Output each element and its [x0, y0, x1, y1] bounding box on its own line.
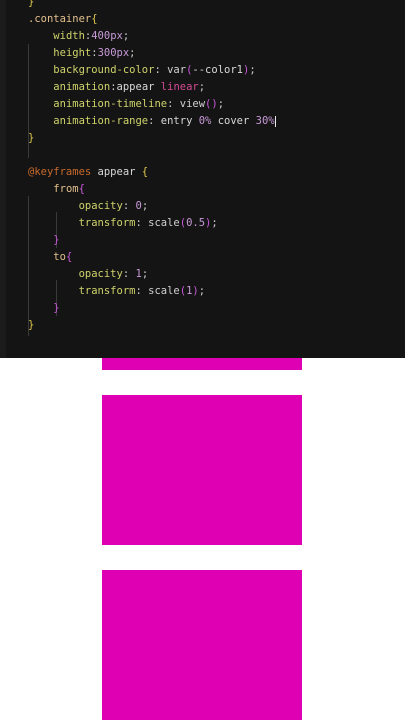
code-line: animation:appear linear; [28, 79, 205, 95]
code-line: transform: scale(1); [28, 283, 205, 299]
code-token: scale [148, 217, 180, 229]
code-token: appear [91, 166, 142, 178]
code-token: : [148, 115, 161, 127]
code-token: @keyframes [28, 166, 92, 178]
code-token: animation [53, 81, 111, 93]
code-token: width [53, 30, 85, 42]
code-line: animation-timeline: view(); [28, 96, 224, 112]
code-token: to [53, 251, 66, 263]
code-token: 30% [255, 115, 275, 127]
code-token: animation-range [53, 115, 149, 127]
code-line: opacity: 1; [28, 266, 149, 282]
code-line: transform: scale(0.5); [28, 215, 218, 231]
code-token: view [179, 98, 206, 110]
code-line: to{ [28, 249, 72, 265]
text-cursor [274, 115, 276, 127]
code-line: width:400px; [28, 28, 129, 44]
code-line: } [28, 317, 34, 333]
code-line: opacity: 0; [28, 198, 149, 214]
editor-gutter [0, 0, 6, 358]
code-token: --color1 [192, 64, 243, 76]
code-token: { [78, 183, 85, 195]
code-token: { [65, 251, 73, 263]
code-line: from{ [28, 181, 85, 197]
code-token: transform [78, 217, 136, 229]
code-token: var [167, 64, 187, 76]
code-token: 400px [91, 30, 123, 42]
code-line: @keyframes appear { [28, 164, 148, 180]
code-token: ; [198, 285, 206, 297]
code-token: from [53, 183, 79, 195]
code-token: opacity [78, 200, 123, 212]
code-token: 0.5 [186, 217, 206, 229]
code-line: background-color: var(--color1); [28, 62, 256, 78]
preview-box-2 [102, 395, 302, 545]
code-token: } [53, 234, 60, 246]
code-token: : [122, 268, 136, 280]
code-line: } [28, 300, 60, 316]
code-token: ; [141, 200, 149, 212]
code-token: animation-timeline [53, 98, 168, 110]
code-token: : [154, 64, 168, 76]
code-token: } [28, 0, 35, 8]
preview-box-1 [102, 358, 302, 370]
code-token: ; [129, 47, 136, 59]
code-line: .container{ [28, 11, 98, 27]
code-editor[interactable]: } .container{ width:400px; height:300px; … [0, 0, 405, 358]
code-token: opacity [78, 268, 123, 280]
preview-box-3 [102, 570, 302, 720]
code-token: linear [160, 81, 199, 93]
code-token: { [91, 13, 98, 25]
code-token: : [122, 200, 136, 212]
code-line: height:300px; [28, 45, 136, 61]
code-line: } [28, 232, 60, 248]
code-token: transform [78, 285, 136, 297]
code-token: : [135, 217, 149, 229]
code-token: ; [141, 268, 149, 280]
code-token: } [53, 302, 60, 314]
code-token: appear [116, 81, 161, 93]
code-token: cover [211, 115, 256, 127]
code-token: height [53, 47, 92, 59]
code-token: ; [211, 217, 218, 229]
code-token: : [135, 285, 149, 297]
code-token: ; [249, 64, 256, 76]
code-token: .container [28, 13, 92, 25]
code-token: ; [198, 81, 206, 93]
code-token: entry [160, 115, 199, 127]
code-line: } [28, 0, 34, 10]
code-token: ; [122, 30, 130, 42]
code-token: 300px [97, 47, 130, 59]
code-line: } [28, 130, 34, 146]
code-token: 0% [198, 115, 212, 127]
code-token: background-color [53, 64, 155, 76]
code-token: () [205, 98, 218, 110]
code-token: } [28, 132, 35, 144]
code-line: animation-range: entry 0% cover 30% [28, 113, 276, 129]
code-token: : [167, 98, 180, 110]
code-token: } [28, 319, 35, 331]
code-token: { [141, 166, 149, 178]
code-token: scale [148, 285, 180, 297]
code-token: ; [217, 98, 225, 110]
